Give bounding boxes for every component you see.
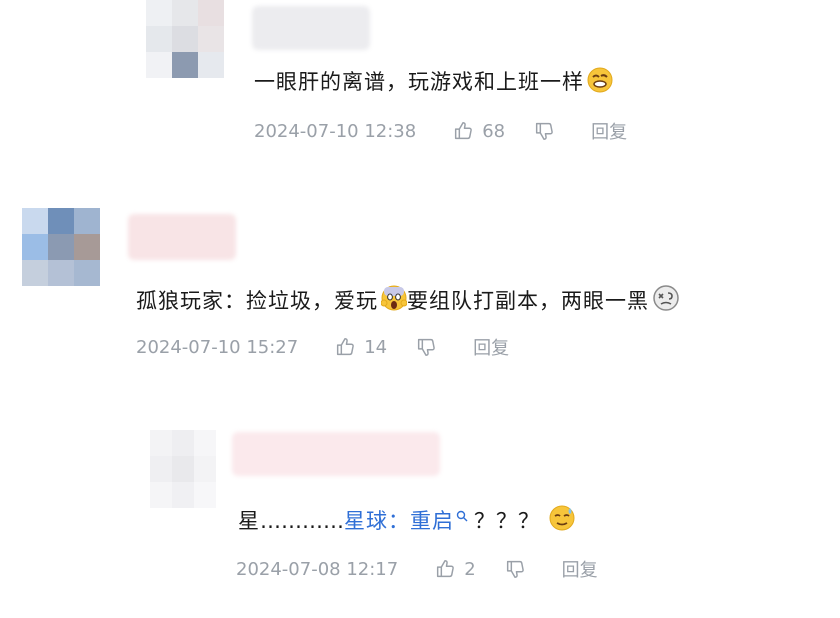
- like-button[interactable]: 68: [452, 120, 533, 142]
- like-count: 14: [364, 336, 388, 358]
- avatar[interactable]: [22, 208, 100, 286]
- thumbs-up-icon: [437, 560, 455, 578]
- sweat-emoji: [549, 505, 575, 531]
- dizzy-emoji: [653, 285, 679, 311]
- topic-link[interactable]: 星球：重启: [344, 509, 468, 533]
- comment-text: 孤狼玩家：捡垃圾，爱玩 要组队打副本，两眼一黑: [136, 284, 680, 315]
- dislike-button[interactable]: [415, 336, 445, 358]
- avatar[interactable]: [150, 430, 216, 508]
- comment-meta: 2024-07-10 15:27 14 回复: [136, 334, 509, 360]
- thumbs-up-icon: [337, 338, 355, 356]
- timestamp: 2024-07-10 15:27: [136, 336, 299, 358]
- dislike-button[interactable]: [533, 120, 563, 142]
- comment-3: 星…………星球：重启？？？ 2024-07-08 12:17 2 回复: [0, 420, 840, 618]
- dislike-button[interactable]: [504, 558, 534, 580]
- like-count: 68: [482, 120, 506, 142]
- timestamp: 2024-07-10 12:38: [254, 120, 417, 142]
- like-button[interactable]: 2: [434, 558, 503, 580]
- grimace-emoji: [587, 67, 613, 93]
- thumbs-down-icon: [536, 122, 553, 140]
- comment-meta: 2024-07-08 12:17 2 回复: [236, 556, 598, 582]
- avatar[interactable]: [146, 0, 224, 78]
- reply-button[interactable]: 回复: [473, 334, 509, 360]
- search-icon: [456, 510, 468, 522]
- thumbs-down-icon: [506, 560, 524, 578]
- comment-text: 一眼肝的离谱，玩游戏和上班一样: [254, 66, 613, 96]
- blurred-username[interactable]: [252, 6, 370, 50]
- timestamp: 2024-07-08 12:17: [236, 558, 399, 580]
- blurred-username[interactable]: [232, 432, 440, 476]
- blurred-username[interactable]: [128, 214, 236, 260]
- like-button[interactable]: 14: [334, 336, 415, 358]
- thumbs-down-icon: [418, 338, 435, 356]
- thumbs-up-icon: [455, 122, 473, 140]
- scream-emoji: [381, 285, 407, 311]
- comment-1: 一眼肝的离谱，玩游戏和上班一样 2024-07-10 12:38 68 回复: [0, 0, 840, 160]
- comment-text: 星…………星球：重启？？？: [238, 504, 576, 535]
- like-count: 2: [464, 558, 476, 580]
- reply-button[interactable]: 回复: [591, 118, 627, 144]
- comment-2: 孤狼玩家：捡垃圾，爱玩 要组队打副本，两眼一黑 2024-07-10 15:27…: [0, 200, 840, 370]
- reply-button[interactable]: 回复: [562, 556, 598, 582]
- comment-meta: 2024-07-10 12:38 68 回复: [254, 118, 627, 144]
